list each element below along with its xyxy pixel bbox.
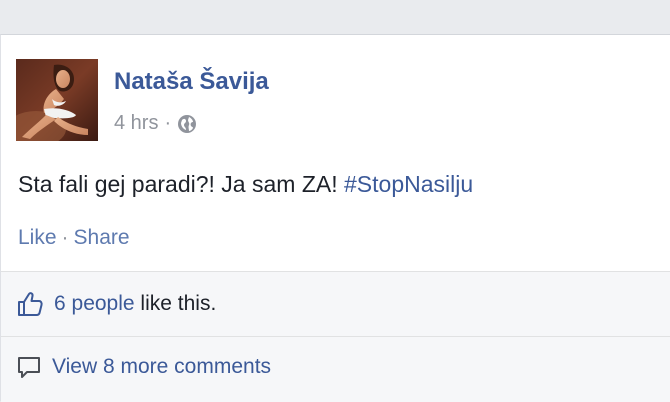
- post-actions: Like · Share: [18, 226, 130, 250]
- thumbs-up-icon: [18, 292, 43, 316]
- avatar[interactable]: [16, 59, 98, 141]
- comment-bubble-icon: [18, 357, 40, 378]
- post-card: Nataša Šavija 4 hrs · Sta fali gej parad…: [0, 34, 670, 402]
- post-header: Nataša Šavija 4 hrs ·: [16, 59, 656, 143]
- profile-photo: [16, 59, 98, 141]
- likes-suffix-text: like this.: [140, 292, 217, 315]
- author-name[interactable]: Nataša Šavija: [114, 68, 269, 96]
- divider: [1, 336, 670, 337]
- meta-separator: ·: [164, 112, 172, 134]
- post-meta: 4 hrs ·: [114, 112, 197, 135]
- share-link[interactable]: Share: [74, 226, 130, 249]
- view-more-comments[interactable]: View 8 more comments: [16, 354, 271, 380]
- like-link[interactable]: Like: [18, 226, 57, 249]
- likes-suffix: like this.: [135, 292, 217, 316]
- feedback-section: 6 people like this. View 8 more comments: [1, 271, 670, 402]
- likes-summary: 6 people like this.: [16, 290, 216, 318]
- actions-separator: ·: [61, 226, 69, 249]
- post-body-text: Sta fali gej paradi?! Ja sam ZA!: [18, 171, 338, 197]
- likes-count-link[interactable]: 6 people: [54, 292, 135, 316]
- post-text: Sta fali gej paradi?! Ja sam ZA! #StopNa…: [18, 171, 473, 198]
- hashtag-link[interactable]: #StopNasilju: [344, 171, 473, 197]
- view-comments-label[interactable]: View 8 more comments: [52, 355, 271, 379]
- globe-icon[interactable]: [177, 114, 197, 134]
- post-timestamp[interactable]: 4 hrs: [114, 112, 158, 135]
